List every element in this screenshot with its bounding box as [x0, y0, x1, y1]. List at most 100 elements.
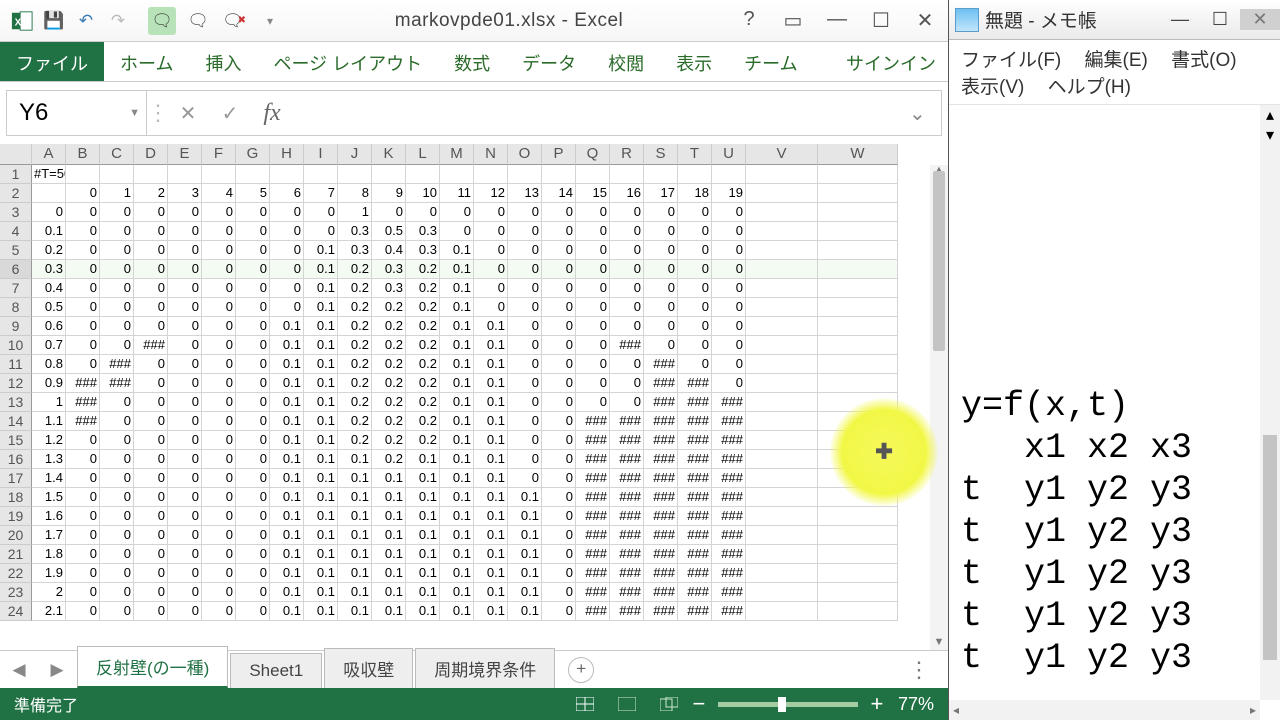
cell[interactable]: 7 — [304, 184, 338, 203]
cell[interactable]: 0 — [644, 279, 678, 298]
cell[interactable]: 0.1 — [474, 412, 508, 431]
cell[interactable]: 0.1 — [304, 393, 338, 412]
cell[interactable]: 0 — [66, 222, 100, 241]
cell[interactable]: ### — [712, 545, 746, 564]
row-header-19[interactable]: 19 — [0, 507, 32, 526]
comment-delete-icon[interactable]: 🗨✖ — [220, 7, 248, 35]
scroll-down-icon[interactable]: ▼ — [930, 636, 948, 648]
cell[interactable]: 0 — [134, 564, 168, 583]
cell[interactable]: 0.2 — [372, 431, 406, 450]
cell[interactable]: 0 — [66, 260, 100, 279]
cell[interactable]: 0 — [610, 203, 644, 222]
cell[interactable]: 0.1 — [270, 469, 304, 488]
spreadsheet-grid[interactable]: ABCDEFGHIJKLMNOPQRSTUVW 1234567891011121… — [0, 144, 948, 650]
cell[interactable]: 0.1 — [270, 583, 304, 602]
cell[interactable]: 0 — [542, 203, 576, 222]
np-horizontal-scrollbar[interactable]: ◂ ▸ — [949, 700, 1260, 720]
cell[interactable]: 0 — [542, 260, 576, 279]
cell[interactable]: ### — [712, 564, 746, 583]
cell[interactable] — [202, 165, 236, 184]
cell[interactable]: 19 — [712, 184, 746, 203]
cell[interactable]: 0 — [66, 583, 100, 602]
cell[interactable]: 0 — [542, 393, 576, 412]
cell[interactable]: 0.1 — [270, 412, 304, 431]
cell[interactable]: 0 — [100, 279, 134, 298]
cell[interactable]: 0.1 — [474, 488, 508, 507]
cell[interactable]: 0 — [168, 393, 202, 412]
cell[interactable]: 0 — [542, 469, 576, 488]
cell[interactable]: 0 — [576, 336, 610, 355]
cell[interactable]: 8 — [338, 184, 372, 203]
row-header-20[interactable]: 20 — [0, 526, 32, 545]
row-header-14[interactable]: 14 — [0, 412, 32, 431]
cell[interactable]: ### — [66, 393, 100, 412]
cell[interactable]: 0 — [270, 203, 304, 222]
cell[interactable]: 0 — [712, 355, 746, 374]
col-header-W[interactable]: W — [818, 144, 898, 165]
cell[interactable]: ### — [644, 507, 678, 526]
row-header-7[interactable]: 7 — [0, 279, 32, 298]
enter-icon[interactable]: ✓ — [209, 101, 251, 126]
cell[interactable]: 1.4 — [32, 469, 66, 488]
cell[interactable] — [818, 393, 898, 412]
cell[interactable] — [818, 355, 898, 374]
cell[interactable]: 0.1 — [270, 393, 304, 412]
cell[interactable]: 0.1 — [338, 450, 372, 469]
cell[interactable] — [610, 165, 644, 184]
cell[interactable]: 0 — [100, 241, 134, 260]
cell[interactable]: 0.1 — [338, 488, 372, 507]
cell[interactable]: 0 — [576, 222, 610, 241]
namebox-dropdown-icon[interactable]: ▼ — [129, 107, 140, 119]
cell[interactable]: 0.2 — [372, 298, 406, 317]
cell[interactable]: 0.1 — [304, 241, 338, 260]
zoom-out-icon[interactable]: − — [690, 691, 708, 717]
cell[interactable] — [338, 165, 372, 184]
cell[interactable]: 0.2 — [406, 374, 440, 393]
cell[interactable]: 0.1 — [304, 279, 338, 298]
cell[interactable]: 0 — [168, 507, 202, 526]
cell[interactable]: 0 — [474, 260, 508, 279]
cell[interactable]: 0 — [66, 317, 100, 336]
fx-icon[interactable]: fx — [251, 100, 293, 127]
cell[interactable]: 1.7 — [32, 526, 66, 545]
cell[interactable]: 0.1 — [304, 564, 338, 583]
cell[interactable]: 0 — [270, 241, 304, 260]
cell[interactable]: 12 — [474, 184, 508, 203]
cell[interactable]: 0.1 — [406, 526, 440, 545]
np-menu-view[interactable]: 表示(V) — [961, 77, 1024, 98]
cell[interactable] — [712, 165, 746, 184]
cell[interactable]: 0 — [712, 222, 746, 241]
cell[interactable]: 0 — [610, 241, 644, 260]
cell[interactable]: 0 — [134, 469, 168, 488]
col-header-K[interactable]: K — [372, 144, 406, 165]
cell[interactable]: ### — [576, 412, 610, 431]
cell[interactable]: ### — [576, 469, 610, 488]
cell[interactable]: 0.1 — [474, 602, 508, 621]
cell[interactable]: 0.1 — [304, 260, 338, 279]
cell[interactable]: 0.1 — [270, 317, 304, 336]
cell[interactable]: 0 — [610, 393, 644, 412]
cell[interactable]: 0 — [100, 488, 134, 507]
cell[interactable]: 0 — [202, 222, 236, 241]
col-header-I[interactable]: I — [304, 144, 338, 165]
cell[interactable]: 0 — [236, 355, 270, 374]
cell[interactable]: 0 — [100, 450, 134, 469]
cell[interactable]: ### — [678, 374, 712, 393]
sheet-nav-prev-icon[interactable]: ◀ — [0, 660, 38, 680]
cell[interactable]: 0.5 — [32, 298, 66, 317]
row-header-1[interactable]: 1 — [0, 165, 32, 184]
cell[interactable]: 0.2 — [372, 412, 406, 431]
cell[interactable]: 0 — [202, 241, 236, 260]
cell[interactable]: 0 — [168, 298, 202, 317]
cell[interactable] — [818, 165, 898, 184]
cell[interactable]: 0 — [508, 355, 542, 374]
cell[interactable] — [746, 374, 818, 393]
col-header-L[interactable]: L — [406, 144, 440, 165]
cell[interactable]: 0.1 — [440, 260, 474, 279]
cell[interactable]: ### — [712, 469, 746, 488]
cell[interactable] — [746, 526, 818, 545]
cell[interactable]: 0 — [542, 507, 576, 526]
cell[interactable]: 0.1 — [270, 602, 304, 621]
cell[interactable]: ### — [100, 374, 134, 393]
cell[interactable]: 0 — [202, 355, 236, 374]
